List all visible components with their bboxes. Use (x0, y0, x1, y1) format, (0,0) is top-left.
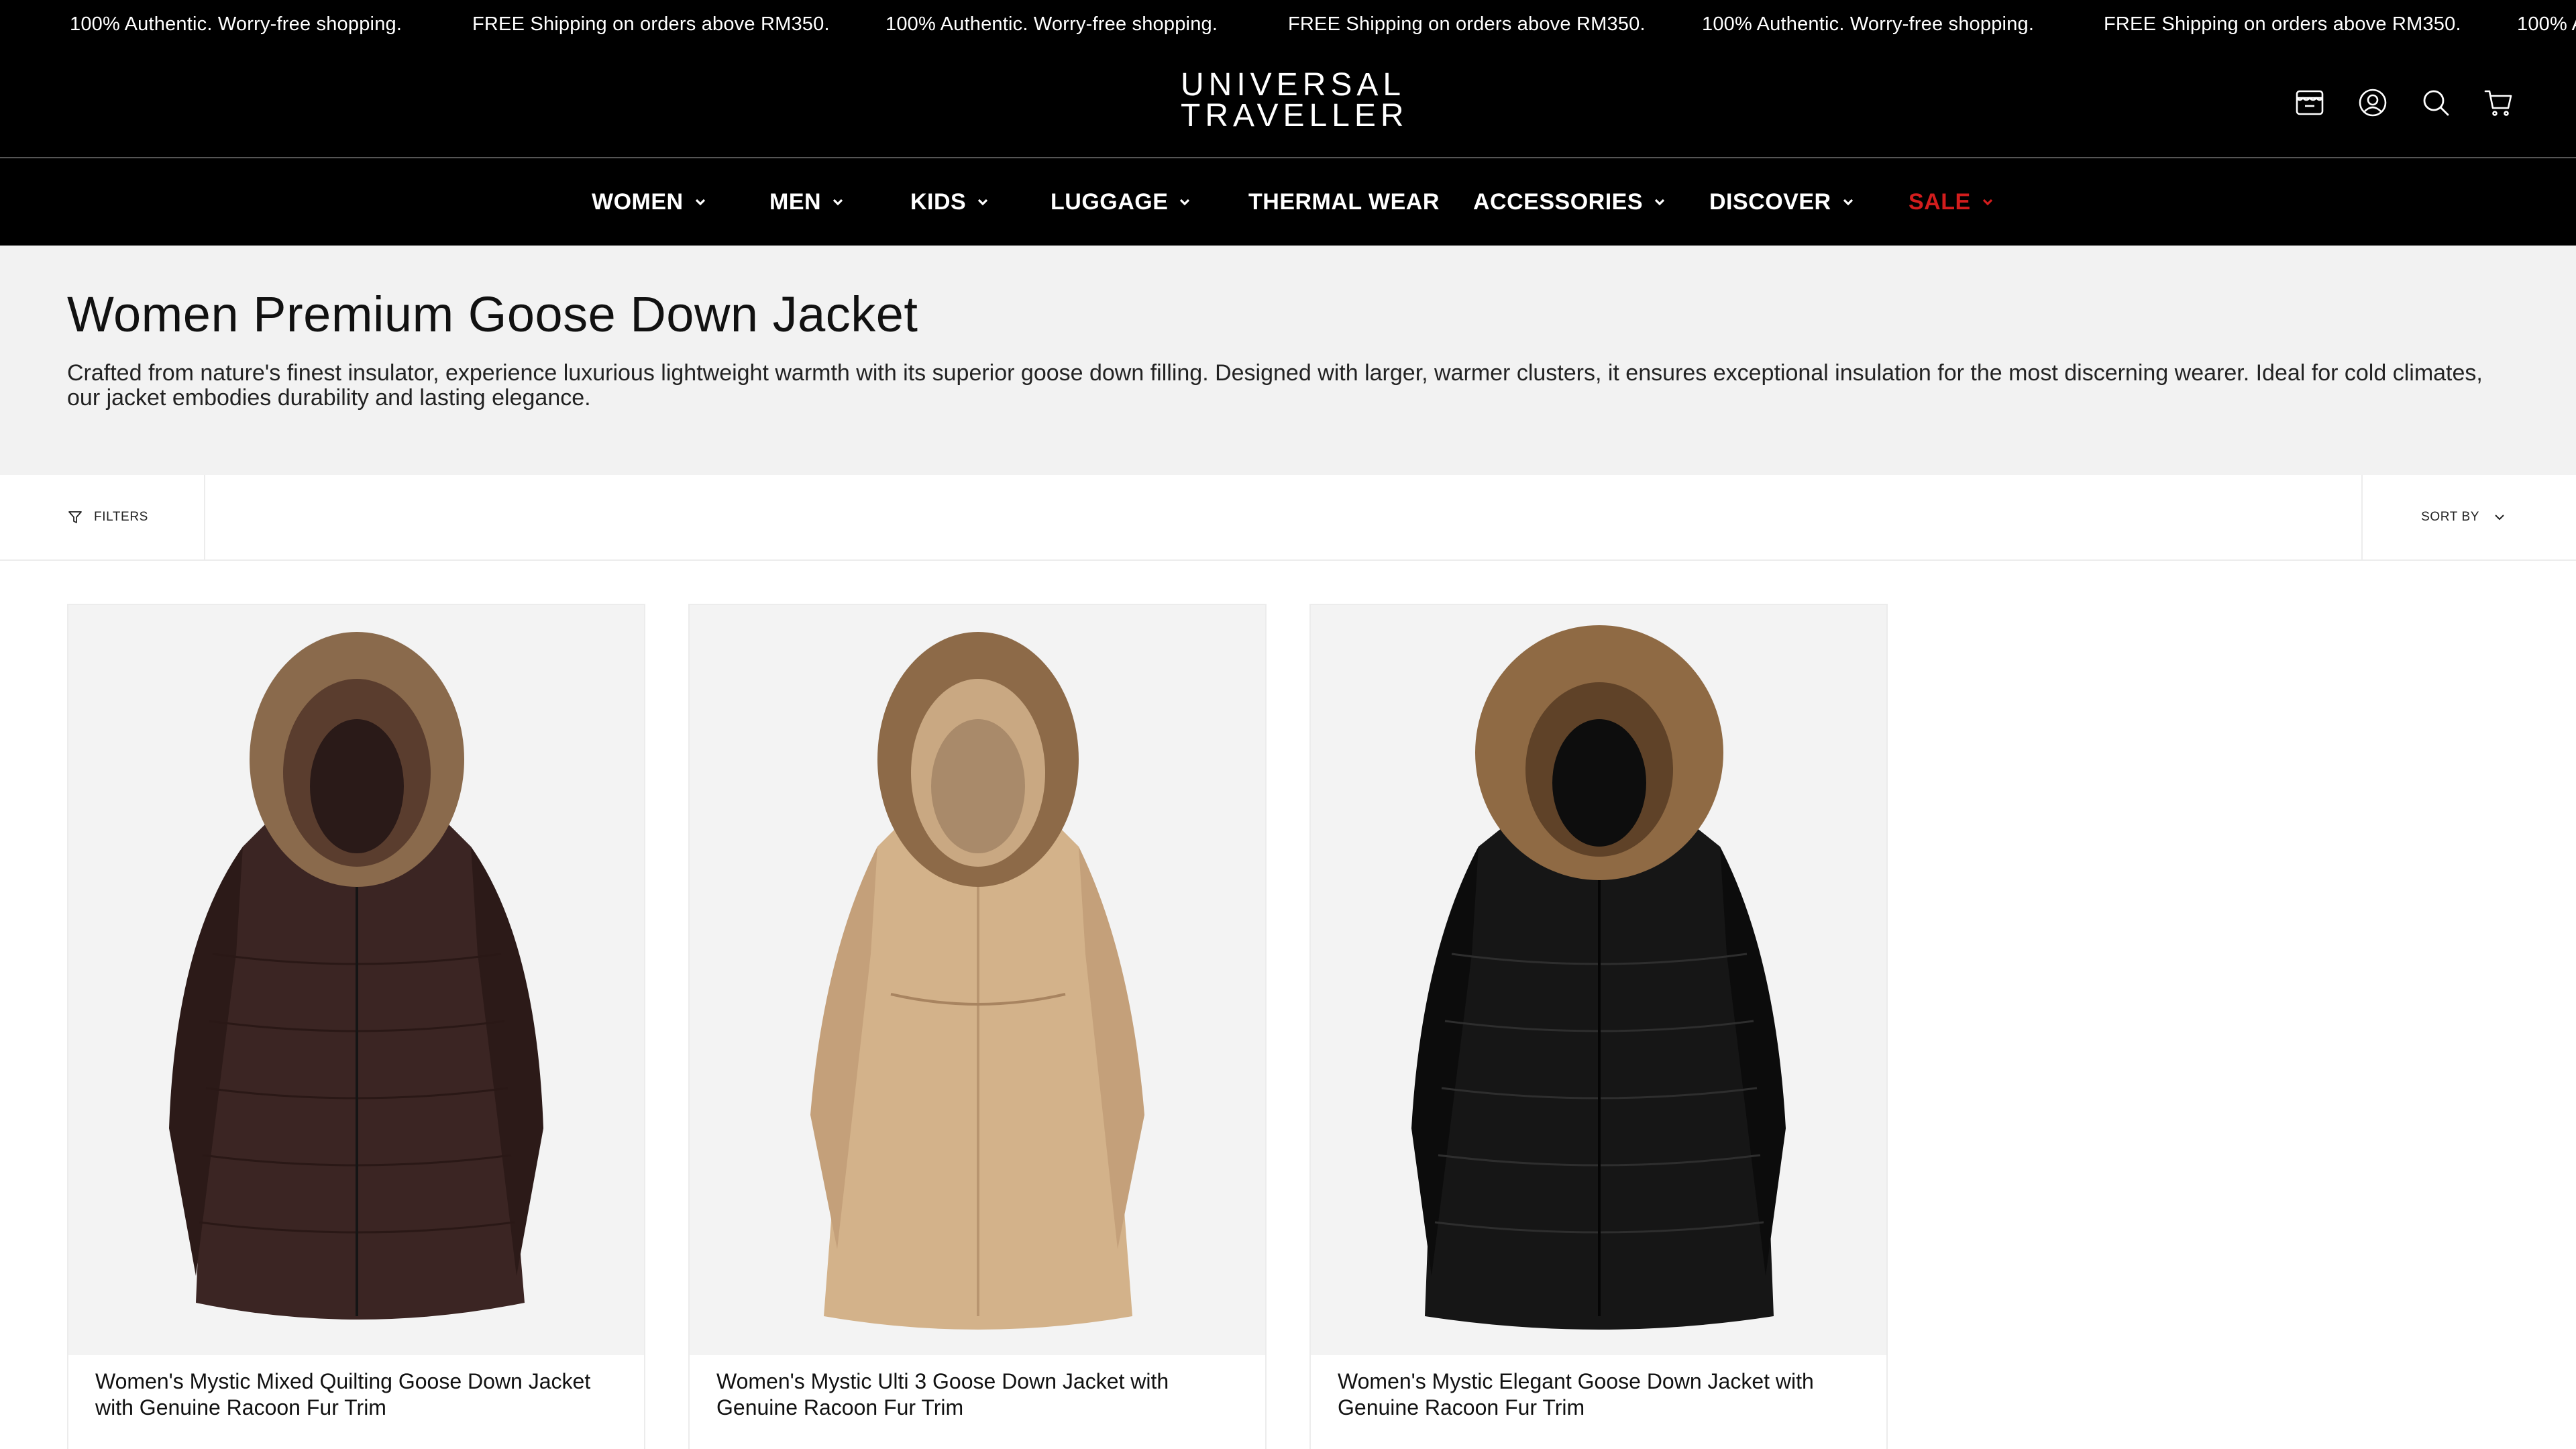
logo-line: UNIVERSAL (1181, 67, 1406, 103)
filters-label: FILTERS (94, 510, 148, 524)
nav-item-thermal-wear[interactable]: THERMAL WEAR (1248, 158, 1440, 246)
main-nav: WOMEN MEN KIDS LUGGAGE THERMAL WEAR ACCE… (0, 158, 2576, 246)
nav-item-label: ACCESSORIES (1473, 189, 1643, 215)
chevron-down-icon (975, 195, 990, 209)
nav-item-women[interactable]: WOMEN (592, 158, 708, 246)
nav-item-discover[interactable]: DISCOVER (1709, 158, 1856, 246)
product-title[interactable]: Women's Mystic Ulti 3 Goose Down Jacket … (716, 1368, 1246, 1421)
nav-item-label: DISCOVER (1709, 189, 1831, 215)
chevron-down-icon (1980, 195, 1995, 209)
search-icon[interactable] (2420, 87, 2451, 118)
page-title: Women Premium Goose Down Jacket (67, 286, 918, 342)
sort-by-label: SORT BY (2421, 510, 2479, 524)
product-image[interactable] (1311, 605, 1886, 1355)
product-card[interactable]: Women's Mystic Mixed Quilting Goose Down… (67, 604, 645, 1449)
filter-icon (67, 509, 83, 525)
nav-item-sale[interactable]: SALE (1909, 158, 1995, 246)
sort-by-button[interactable]: SORT BY (2361, 475, 2576, 559)
filters-button[interactable]: FILTERS (0, 475, 205, 559)
store-icon[interactable] (2294, 87, 2325, 118)
filter-bar: FILTERS SORT BY (0, 475, 2576, 561)
chevron-down-icon (830, 195, 845, 209)
announcement-bar: 100% Authentic. Worry-free shopping. FRE… (0, 0, 2576, 48)
product-title[interactable]: Women's Mystic Elegant Goose Down Jacket… (1338, 1368, 1868, 1421)
announcement-message: FREE Shipping on orders above RM350. (472, 13, 830, 35)
nav-item-label: THERMAL WEAR (1248, 189, 1440, 215)
cart-icon[interactable] (2483, 87, 2514, 118)
announcement-message: FREE Shipping on orders above RM350. (1288, 13, 1646, 35)
product-image[interactable] (68, 605, 644, 1355)
product-card[interactable]: Women's Mystic Elegant Goose Down Jacket… (1309, 604, 1888, 1449)
product-card[interactable]: Women's Mystic Ulti 3 Goose Down Jacket … (688, 604, 1267, 1449)
announcement-message: 100% Authentic. Worry-free shopping. (885, 13, 1218, 35)
chevron-down-icon (1177, 195, 1192, 209)
site-header: 100% Authentic. Worry-free shopping. FRE… (0, 0, 2576, 158)
logo-line: TRAVELLER (1181, 98, 1409, 133)
nav-item-men[interactable]: MEN (769, 158, 845, 246)
announcement-message: FREE Shipping on orders above RM350. (2104, 13, 2461, 35)
nav-item-label: WOMEN (592, 189, 684, 215)
product-title[interactable]: Women's Mystic Mixed Quilting Goose Down… (95, 1368, 625, 1421)
nav-item-kids[interactable]: KIDS (910, 158, 990, 246)
nav-item-accessories[interactable]: ACCESSORIES (1473, 158, 1667, 246)
nav-item-label: KIDS (910, 189, 967, 215)
account-icon[interactable] (2357, 87, 2388, 118)
collection-description: Crafted from nature's finest insulator, … (67, 360, 2483, 411)
chevron-down-icon (693, 195, 708, 209)
chevron-down-icon (1841, 195, 1856, 209)
announcement-message: 100% Authentic. Worry-free shopping. (70, 13, 402, 35)
announcement-message: 100% Authentic. Worry-free shopping. (1702, 13, 2035, 35)
announcement-message: 100% Authentic. Worry-free shopping. (2517, 13, 2576, 35)
nav-item-label: LUGGAGE (1051, 189, 1169, 215)
product-image[interactable] (690, 605, 1265, 1355)
collection-header: Women Premium Goose Down Jacket Crafted … (0, 246, 2576, 475)
chevron-down-icon (2491, 509, 2508, 525)
nav-item-label: MEN (769, 189, 822, 215)
nav-item-luggage[interactable]: LUGGAGE (1051, 158, 1192, 246)
site-logo[interactable]: UNIVERSAL TRAVELLER (1181, 67, 1409, 133)
nav-item-label: SALE (1909, 189, 1971, 215)
chevron-down-icon (1652, 195, 1667, 209)
header-icons (2294, 87, 2514, 118)
